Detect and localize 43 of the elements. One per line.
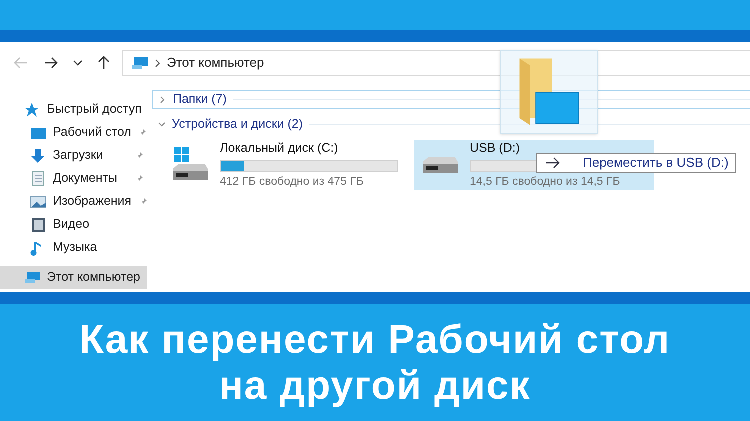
drive-tile[interactable]: Локальный диск (C:) 412 ГБ свободно из 475 ГБ xyxy=(164,140,404,190)
sidebar-label: Загрузки xyxy=(53,147,104,164)
sidebar-item[interactable]: Загрузки xyxy=(0,144,150,167)
free-space-text: 14,5 ГБ свободно из 14,5 ГБ xyxy=(470,174,622,190)
folder-drawing xyxy=(517,57,579,127)
film-icon xyxy=(30,216,47,232)
sidebar-label: Рабочий стол xyxy=(53,124,132,142)
chevron-right-icon xyxy=(159,96,167,104)
sidebar-item[interactable]: Видео xyxy=(0,213,150,236)
document-icon xyxy=(30,170,47,186)
sidebar-item[interactable]: Быстрый доступ xyxy=(0,98,150,121)
forward-arrow-icon xyxy=(43,56,59,70)
chevron-down-icon xyxy=(158,120,166,128)
sidebar-item[interactable]: Изображения xyxy=(0,190,150,213)
sidebar-item[interactable]: Музыка xyxy=(0,236,150,259)
sidebar-label: Музыка xyxy=(53,239,98,256)
sidebar-item[interactable]: Рабочий стол xyxy=(0,121,150,144)
sidebar-item[interactable]: Документы xyxy=(0,167,150,190)
sidebar-label: Быстрый доступ xyxy=(47,101,143,118)
sidebar-label: Изображения xyxy=(53,193,132,210)
drive-icon xyxy=(420,156,460,174)
computer-icon xyxy=(131,56,149,70)
sidebar-item[interactable]: Этот компьютер xyxy=(0,266,147,289)
address-text: Этот компьютер xyxy=(167,54,264,72)
caret-down-icon xyxy=(73,59,83,67)
picture-icon xyxy=(30,194,47,210)
sidebar-label: Видео xyxy=(53,216,91,234)
sidebar-label: Этот компьютер xyxy=(47,269,141,286)
free-space-text: 412 ГБ свободно из 475 ГБ xyxy=(220,174,365,190)
drive-name: Локальный диск (C:) xyxy=(220,140,340,157)
title-line: на другой диск xyxy=(219,362,531,408)
group-label: Папки (7) xyxy=(173,91,227,108)
computer-icon xyxy=(24,270,41,286)
up-arrow-icon xyxy=(97,55,111,71)
star-icon xyxy=(24,102,41,118)
group-label: Устройства и диски (2) xyxy=(172,116,304,134)
download-arrow-icon xyxy=(30,148,47,164)
sidebar-label: Документы xyxy=(53,170,118,188)
back-arrow-icon xyxy=(13,56,29,70)
chevron-right-icon xyxy=(155,58,161,68)
drive-name: USB (D:) xyxy=(470,140,521,157)
arrow-right-icon xyxy=(545,157,561,169)
title-line: Как перенести Рабочий стол xyxy=(80,316,670,362)
